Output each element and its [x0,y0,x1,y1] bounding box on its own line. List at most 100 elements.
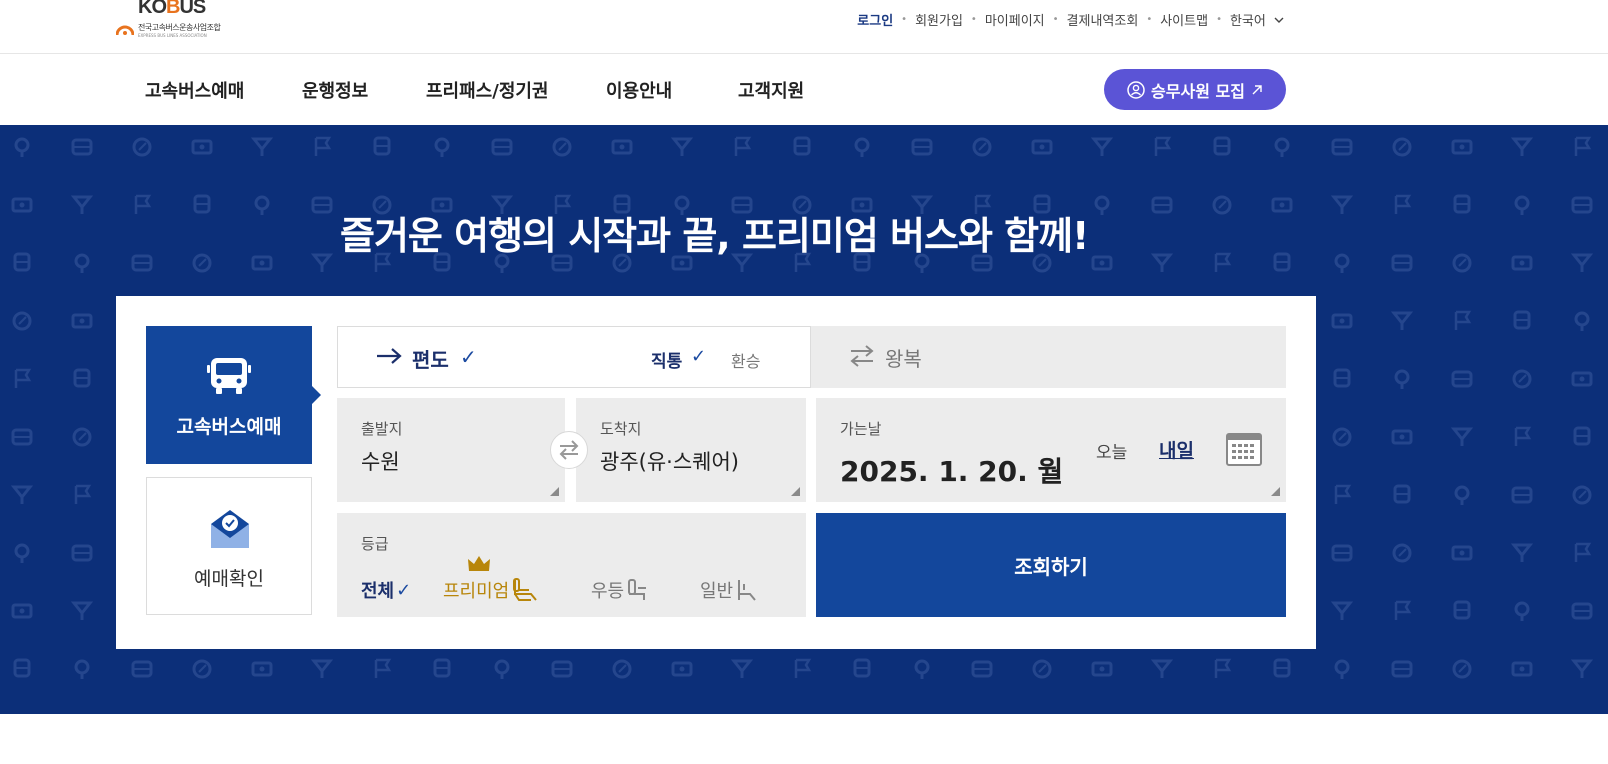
pattern-icon [70,601,94,620]
recruit-button[interactable]: 승무사원 모집 [1104,69,1286,110]
nav-item-schedule[interactable]: 운행정보 [302,77,368,103]
pattern-icon [552,137,572,157]
pattern-icon [730,659,754,678]
grade-option-all[interactable]: 전체 ✓ [361,577,411,603]
arrival-value: 광주(유·스퀘어) [600,450,739,474]
tab-bus-booking[interactable]: 고속버스예매 [146,326,321,464]
arrival-label: 도착지 [600,420,642,438]
pattern-icon [1571,371,1593,387]
pattern-icon [1334,659,1350,679]
pattern-icon [1573,426,1591,446]
today-button[interactable]: 오늘 [1096,438,1127,463]
pattern-icon [1212,195,1232,215]
transfer-option[interactable]: 환승 [731,348,760,372]
pattern-icon [491,138,513,156]
pattern-icon [1333,368,1351,388]
pattern-icon [1574,136,1592,156]
pattern-icon [373,136,391,156]
login-link[interactable]: 로그인 [857,10,893,29]
arrow-right-icon [377,348,402,364]
separator-dot: • [1216,14,1222,25]
nav-item-freepass[interactable]: 프리패스/정기권 [426,77,549,103]
round-trip-option[interactable]: 왕복 [811,326,1286,388]
pattern-icon [1570,253,1594,272]
pattern-icon [131,660,153,678]
pattern-icon [433,658,451,678]
tomorrow-button[interactable]: 내일 [1159,436,1194,463]
sitemap-link[interactable]: 사이트맵 [1160,10,1208,29]
kobus-logo[interactable]: KOBUS 전국고속버스운송사업조합 EXPRESS BUS LINES ASS… [116,0,226,40]
pattern-icon [971,660,993,678]
pattern-icon [793,136,811,156]
nav-item-bus-booking[interactable]: 고속버스예매 [145,77,244,103]
pattern-icon [1510,137,1534,156]
date-field[interactable]: 가는날 2025. 1. 20. 월 오늘 내일 [816,398,1286,502]
corner-triangle-icon [791,487,800,496]
pattern-icon [1514,601,1530,621]
hero-banner: 즐거운 여행의 시작과 끝, 프리미엄 버스와 함께! 고속버스예매 예매확인 … [0,125,1608,714]
separator-dot: • [1146,14,1153,25]
pattern-icon [1394,600,1412,620]
separator-dot: • [901,14,908,25]
pattern-icon [1214,658,1232,678]
grade-excellent-label: 우등 [591,581,625,602]
pattern-icon [1570,659,1594,678]
direct-option[interactable]: 직통 [651,347,682,372]
pattern-icon [734,136,752,156]
pattern-icon [251,255,273,271]
pattern-icon [671,661,693,677]
calendar-icon[interactable] [1226,432,1262,466]
pattern-icon [310,253,334,272]
departure-field[interactable]: 출발지 수원 [337,398,565,502]
bus-icon [207,358,251,394]
pattern-icon [1571,196,1593,214]
pattern-icon [14,368,32,388]
nav-item-guide[interactable]: 이용안내 [606,77,672,103]
pattern-icon [1514,426,1532,446]
nav-item-support[interactable]: 고객지원 [738,77,804,103]
logo-subtitle: 전국고속버스운송사업조합 [138,23,221,32]
corner-triangle-icon [550,487,559,496]
arrival-field[interactable]: 도착지 광주(유·스퀘어) [576,398,806,502]
pattern-icon [1151,196,1173,214]
pattern-icon [1451,370,1473,388]
logo-english: EXPRESS BUS LINES ASSOCIATION [138,33,207,38]
grade-option-excellent[interactable]: 우등 [591,577,650,603]
pattern-icon [1390,311,1414,330]
one-way-option[interactable]: 편도 ✓ 직통 ✓ 환승 [337,326,811,388]
search-button[interactable]: 조회하기 [816,513,1286,617]
pattern-icon [1214,252,1232,272]
pattern-icon [1454,485,1470,505]
signup-link[interactable]: 회원가입 [915,10,963,29]
pattern-icon [192,253,212,273]
grade-option-general[interactable]: 일반 [700,577,759,603]
payment-history-link[interactable]: 결제내역조회 [1067,10,1139,29]
chevron-down-icon [1274,17,1284,23]
language-selector[interactable]: 한국어 [1230,10,1284,29]
date-value: 2025. 1. 20. 월 [840,455,1064,488]
grade-option-premium[interactable]: 프리미엄 [443,556,539,603]
one-way-check-icon: ✓ [460,345,477,369]
departure-label: 출발지 [361,420,403,438]
pattern-icon [1452,659,1472,679]
grade-general-label: 일반 [700,581,734,602]
grade-selector: 등급 전체 ✓ 프리미엄 우등 일반 [337,513,806,617]
pattern-icon [1150,659,1174,678]
excellent-seat-icon [628,579,647,600]
pattern-icon [251,661,273,677]
mypage-link[interactable]: 마이페이지 [985,10,1045,29]
pattern-icon [1513,310,1531,330]
pattern-icon [551,660,573,678]
pattern-icon [310,659,334,678]
pattern-icon [74,253,90,273]
pattern-icon [131,254,153,272]
language-label: 한국어 [1229,14,1266,29]
pattern-icon [12,311,32,331]
pattern-icon [11,603,33,619]
swap-stations-button[interactable] [550,431,588,469]
tab-booking-check[interactable]: 예매확인 [146,477,312,615]
pattern-icon [1391,660,1413,678]
pattern-icon [14,137,30,157]
round-trip-arrows-icon [850,345,874,367]
pattern-icon [1150,253,1174,272]
